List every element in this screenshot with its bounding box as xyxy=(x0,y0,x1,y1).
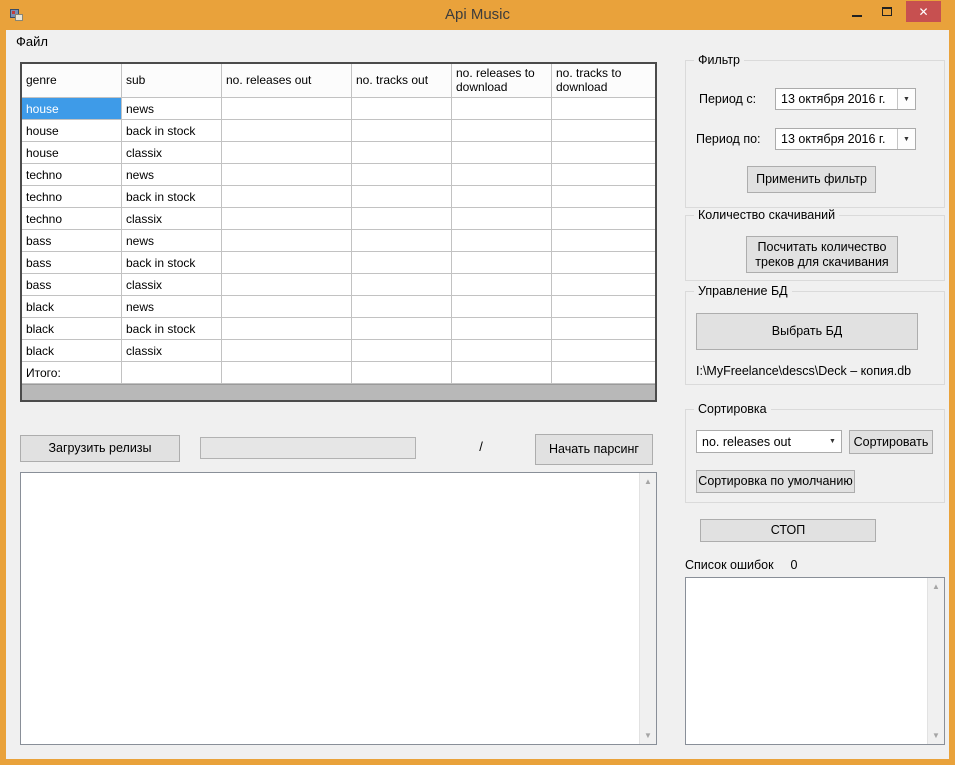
load-releases-button[interactable]: Загрузить релизы xyxy=(20,435,180,462)
db-path-label: I:\MyFreelance\descs\Deck – копия.db xyxy=(696,364,912,378)
cell-sub[interactable]: news xyxy=(122,98,222,120)
table-row[interactable]: black back in stock xyxy=(22,318,655,340)
menu-bar: Файл xyxy=(6,30,949,53)
errors-count: 0 xyxy=(790,558,798,572)
cell-sub[interactable]: classix xyxy=(122,208,222,230)
sorting-group-title: Сортировка xyxy=(694,402,771,416)
progress-counter-separator: / xyxy=(479,439,483,454)
sort-column-select[interactable]: no. releases out ▼ xyxy=(696,430,842,453)
cell-genre[interactable]: techno xyxy=(22,208,122,230)
calendar-dropdown-icon[interactable]: ▼ xyxy=(897,129,915,149)
count-tracks-button[interactable]: Посчитать количество треков для скачиван… xyxy=(746,236,898,273)
cell-genre[interactable]: house xyxy=(22,120,122,142)
parsing-progress-bar xyxy=(200,437,416,459)
cell-genre[interactable]: black xyxy=(22,340,122,362)
cell-sub[interactable]: news xyxy=(122,296,222,318)
select-db-button[interactable]: Выбрать БД xyxy=(696,313,918,350)
downloads-group-title: Количество скачиваний xyxy=(694,208,840,222)
column-header-sub[interactable]: sub xyxy=(122,64,222,98)
title-bar: Api Music ✕ xyxy=(0,0,955,30)
table-row-total[interactable]: Итого: xyxy=(22,362,655,384)
period-to-datepicker[interactable]: 13 октября 2016 г. ▼ xyxy=(775,128,916,150)
cell-genre-total[interactable]: Итого: xyxy=(22,362,122,384)
releases-grid[interactable]: genre sub no. releases out no. tracks ou… xyxy=(20,62,657,402)
cell-sub[interactable]: classix xyxy=(122,274,222,296)
scroll-down-icon[interactable]: ▼ xyxy=(928,727,944,744)
maximize-button[interactable] xyxy=(872,1,902,22)
cell-sub[interactable]: classix xyxy=(122,340,222,362)
cell-genre[interactable]: house xyxy=(22,142,122,164)
table-row[interactable]: bass back in stock xyxy=(22,252,655,274)
stop-button[interactable]: СТОП xyxy=(700,519,876,542)
cell-genre[interactable]: techno xyxy=(22,164,122,186)
start-parsing-button[interactable]: Начать парсинг xyxy=(535,434,653,465)
minimize-icon xyxy=(852,14,862,17)
close-icon: ✕ xyxy=(918,4,929,19)
cell-genre[interactable]: house xyxy=(22,98,122,120)
period-to-label: Период по: xyxy=(696,132,761,146)
column-header-releases-to-download[interactable]: no. releases to download xyxy=(452,64,552,98)
table-row[interactable]: house back in stock xyxy=(22,120,655,142)
cell-genre[interactable]: bass xyxy=(22,274,122,296)
output-log-scrollbar[interactable]: ▲ ▼ xyxy=(639,473,656,744)
table-row[interactable]: bass news xyxy=(22,230,655,252)
period-from-datepicker[interactable]: 13 октября 2016 г. ▼ xyxy=(775,88,916,110)
minimize-button[interactable] xyxy=(842,1,872,22)
sort-column-value: no. releases out xyxy=(702,434,791,449)
column-header-releases-out[interactable]: no. releases out xyxy=(222,64,352,98)
errors-list-textarea[interactable]: ▲ ▼ xyxy=(685,577,945,745)
output-log-textarea[interactable]: ▲ ▼ xyxy=(20,472,657,745)
column-header-genre[interactable]: genre xyxy=(22,64,122,98)
calendar-dropdown-icon[interactable]: ▼ xyxy=(897,89,915,109)
window-title: Api Music xyxy=(444,6,511,23)
table-row[interactable]: black classix xyxy=(22,340,655,362)
cell-sub[interactable] xyxy=(122,362,222,384)
grid-header-row: genre sub no. releases out no. tracks ou… xyxy=(22,64,655,98)
cell-sub[interactable]: back in stock xyxy=(122,186,222,208)
table-row[interactable]: house classix xyxy=(22,142,655,164)
close-button[interactable]: ✕ xyxy=(906,1,941,22)
scroll-up-icon[interactable]: ▲ xyxy=(928,578,944,595)
cell-sub[interactable]: classix xyxy=(122,142,222,164)
table-row[interactable]: techno classix xyxy=(22,208,655,230)
errors-scrollbar[interactable]: ▲ ▼ xyxy=(927,578,944,744)
cell-sub[interactable]: back in stock xyxy=(122,120,222,142)
cell-genre[interactable]: black xyxy=(22,296,122,318)
client-area: Файл genre sub no. releases out no. trac… xyxy=(6,30,949,759)
period-from-value: 13 октября 2016 г. xyxy=(781,92,886,106)
chevron-down-icon[interactable]: ▼ xyxy=(824,431,841,452)
grid-empty-area xyxy=(22,384,655,400)
table-row[interactable]: bass classix xyxy=(22,274,655,296)
period-from-label: Период с: xyxy=(699,92,757,106)
db-group-title: Управление БД xyxy=(694,284,792,298)
cell-sub[interactable]: news xyxy=(122,230,222,252)
maximize-icon xyxy=(882,7,892,16)
default-sort-button[interactable]: Сортировка по умолчанию xyxy=(696,470,855,493)
table-row[interactable]: house news xyxy=(22,98,655,120)
cell-genre[interactable]: black xyxy=(22,318,122,340)
scroll-down-icon[interactable]: ▼ xyxy=(640,727,656,744)
cell-genre[interactable]: bass xyxy=(22,230,122,252)
sort-button[interactable]: Сортировать xyxy=(849,430,933,454)
errors-list-label: Список ошибок xyxy=(685,558,774,572)
cell-sub[interactable]: back in stock xyxy=(122,252,222,274)
filter-group-title: Фильтр xyxy=(694,53,744,67)
cell-sub[interactable]: news xyxy=(122,164,222,186)
table-row[interactable]: techno back in stock xyxy=(22,186,655,208)
table-row[interactable]: black news xyxy=(22,296,655,318)
cell-genre[interactable]: techno xyxy=(22,186,122,208)
apply-filter-button[interactable]: Применить фильтр xyxy=(747,166,876,193)
column-header-tracks-out[interactable]: no. tracks out xyxy=(352,64,452,98)
cell-genre[interactable]: bass xyxy=(22,252,122,274)
column-header-tracks-to-download[interactable]: no. tracks to download xyxy=(552,64,655,98)
period-to-value: 13 октября 2016 г. xyxy=(781,132,886,146)
cell-sub[interactable]: back in stock xyxy=(122,318,222,340)
table-row[interactable]: techno news xyxy=(22,164,655,186)
menu-item-file[interactable]: Файл xyxy=(6,31,58,52)
scroll-up-icon[interactable]: ▲ xyxy=(640,473,656,490)
